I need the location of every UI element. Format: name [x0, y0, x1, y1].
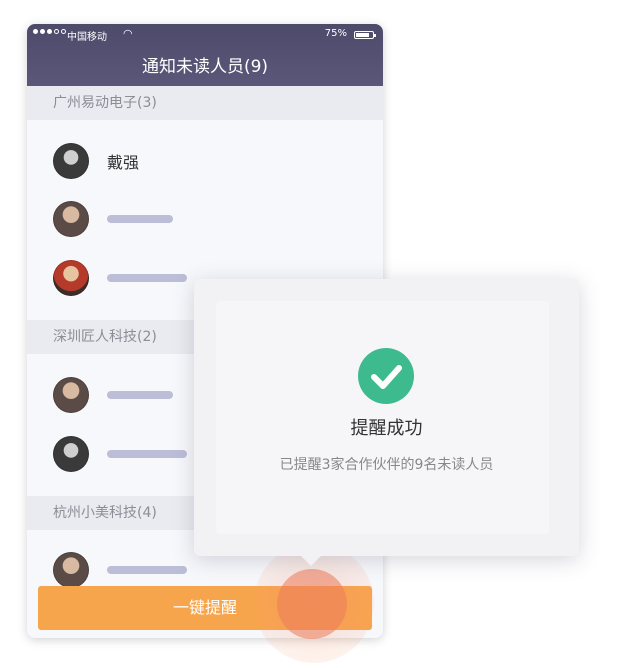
list-item[interactable]: 戴强 — [53, 143, 373, 181]
name-placeholder — [107, 274, 187, 282]
avatar — [53, 436, 89, 472]
name-placeholder — [107, 566, 187, 574]
name-placeholder — [107, 391, 173, 399]
avatar — [53, 377, 89, 413]
avatar — [53, 552, 89, 588]
wifi-icon: ◠ — [123, 27, 133, 40]
list-item[interactable] — [53, 201, 373, 239]
person-name: 戴强 — [107, 153, 140, 172]
battery-percent: 75% — [324, 28, 347, 39]
avatar — [53, 201, 89, 237]
dialog-message: 已提醒3家合作伙伴的9名未读人员 — [279, 457, 494, 473]
group-header: 广州易动电子(3) — [27, 86, 383, 120]
header-bar: 中国移动 ◠ 75% 通知未读人员(9) — [27, 24, 383, 86]
avatar — [53, 260, 89, 296]
name-placeholder — [107, 215, 173, 223]
tap-indicator — [277, 569, 347, 639]
name-placeholder — [107, 450, 187, 458]
check-circle-icon — [358, 348, 414, 404]
page-title: 通知未读人员(9) — [141, 57, 269, 77]
dialog-pointer — [300, 555, 322, 566]
carrier-name: 中国移动 — [67, 32, 107, 43]
battery-icon — [354, 31, 376, 39]
success-dialog: 提醒成功 已提醒3家合作伙伴的9名未读人员 — [194, 279, 579, 566]
avatar — [53, 143, 89, 179]
signal-strength-icon — [33, 29, 66, 34]
status-bar: 中国移动 ◠ 75% — [27, 24, 383, 46]
dialog-title: 提醒成功 — [350, 418, 423, 439]
